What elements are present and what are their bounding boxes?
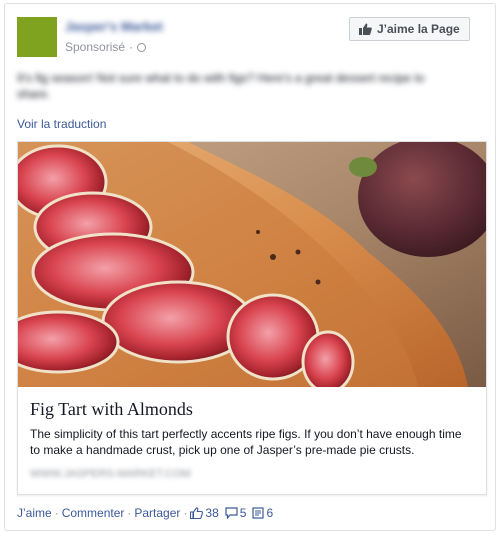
like-page-label: J’aime la Page (377, 22, 460, 36)
like-page-button[interactable]: J’aime la Page (349, 17, 470, 41)
link-domain: WWW.JASPERS-MARKET.COM (30, 468, 191, 480)
share-icon (252, 507, 265, 519)
share-link[interactable]: Partager (134, 506, 180, 520)
globe-icon (137, 42, 147, 52)
page-name-link[interactable]: Jasper's Market (65, 19, 163, 34)
thumbs-up-icon (190, 507, 204, 519)
post-actions-bar: J’aime · Commenter · Partager · 38 5 6 (17, 506, 279, 520)
separator: · (129, 40, 134, 54)
sponsored-text: Sponsorisé (65, 40, 126, 54)
comment-link[interactable]: Commenter (62, 506, 125, 520)
see-translation-link[interactable]: Voir la traduction (17, 117, 106, 131)
comments-count[interactable]: 5 (225, 506, 247, 520)
fig-tart-photo (18, 142, 486, 387)
link-title[interactable]: Fig Tart with Almonds (30, 399, 474, 420)
separator: · (127, 506, 132, 520)
page-avatar[interactable] (17, 17, 57, 57)
link-preview-text: Fig Tart with Almonds The simplicity of … (18, 387, 486, 490)
link-attachment[interactable]: Fig Tart with Almonds The simplicity of … (17, 141, 487, 495)
post-text: It's fig season! Not sure what to do wit… (17, 71, 425, 101)
link-description: The simplicity of this tart perfectly ac… (30, 427, 462, 457)
like-link[interactable]: J’aime (17, 506, 52, 520)
comments-count-value: 5 (239, 506, 247, 520)
thumbs-up-icon (359, 23, 372, 35)
sponsored-post-card: Jasper's Market Sponsorisé · J’aime la P… (4, 3, 496, 531)
separator: · (54, 506, 59, 520)
shares-count[interactable]: 6 (252, 506, 273, 520)
comment-icon (225, 507, 238, 519)
separator: · (183, 506, 188, 520)
shares-count-value: 6 (266, 506, 274, 520)
sponsored-label: Sponsorisé · (65, 40, 147, 54)
likes-count-value: 38 (205, 506, 219, 520)
likes-count[interactable]: 38 (190, 506, 219, 520)
